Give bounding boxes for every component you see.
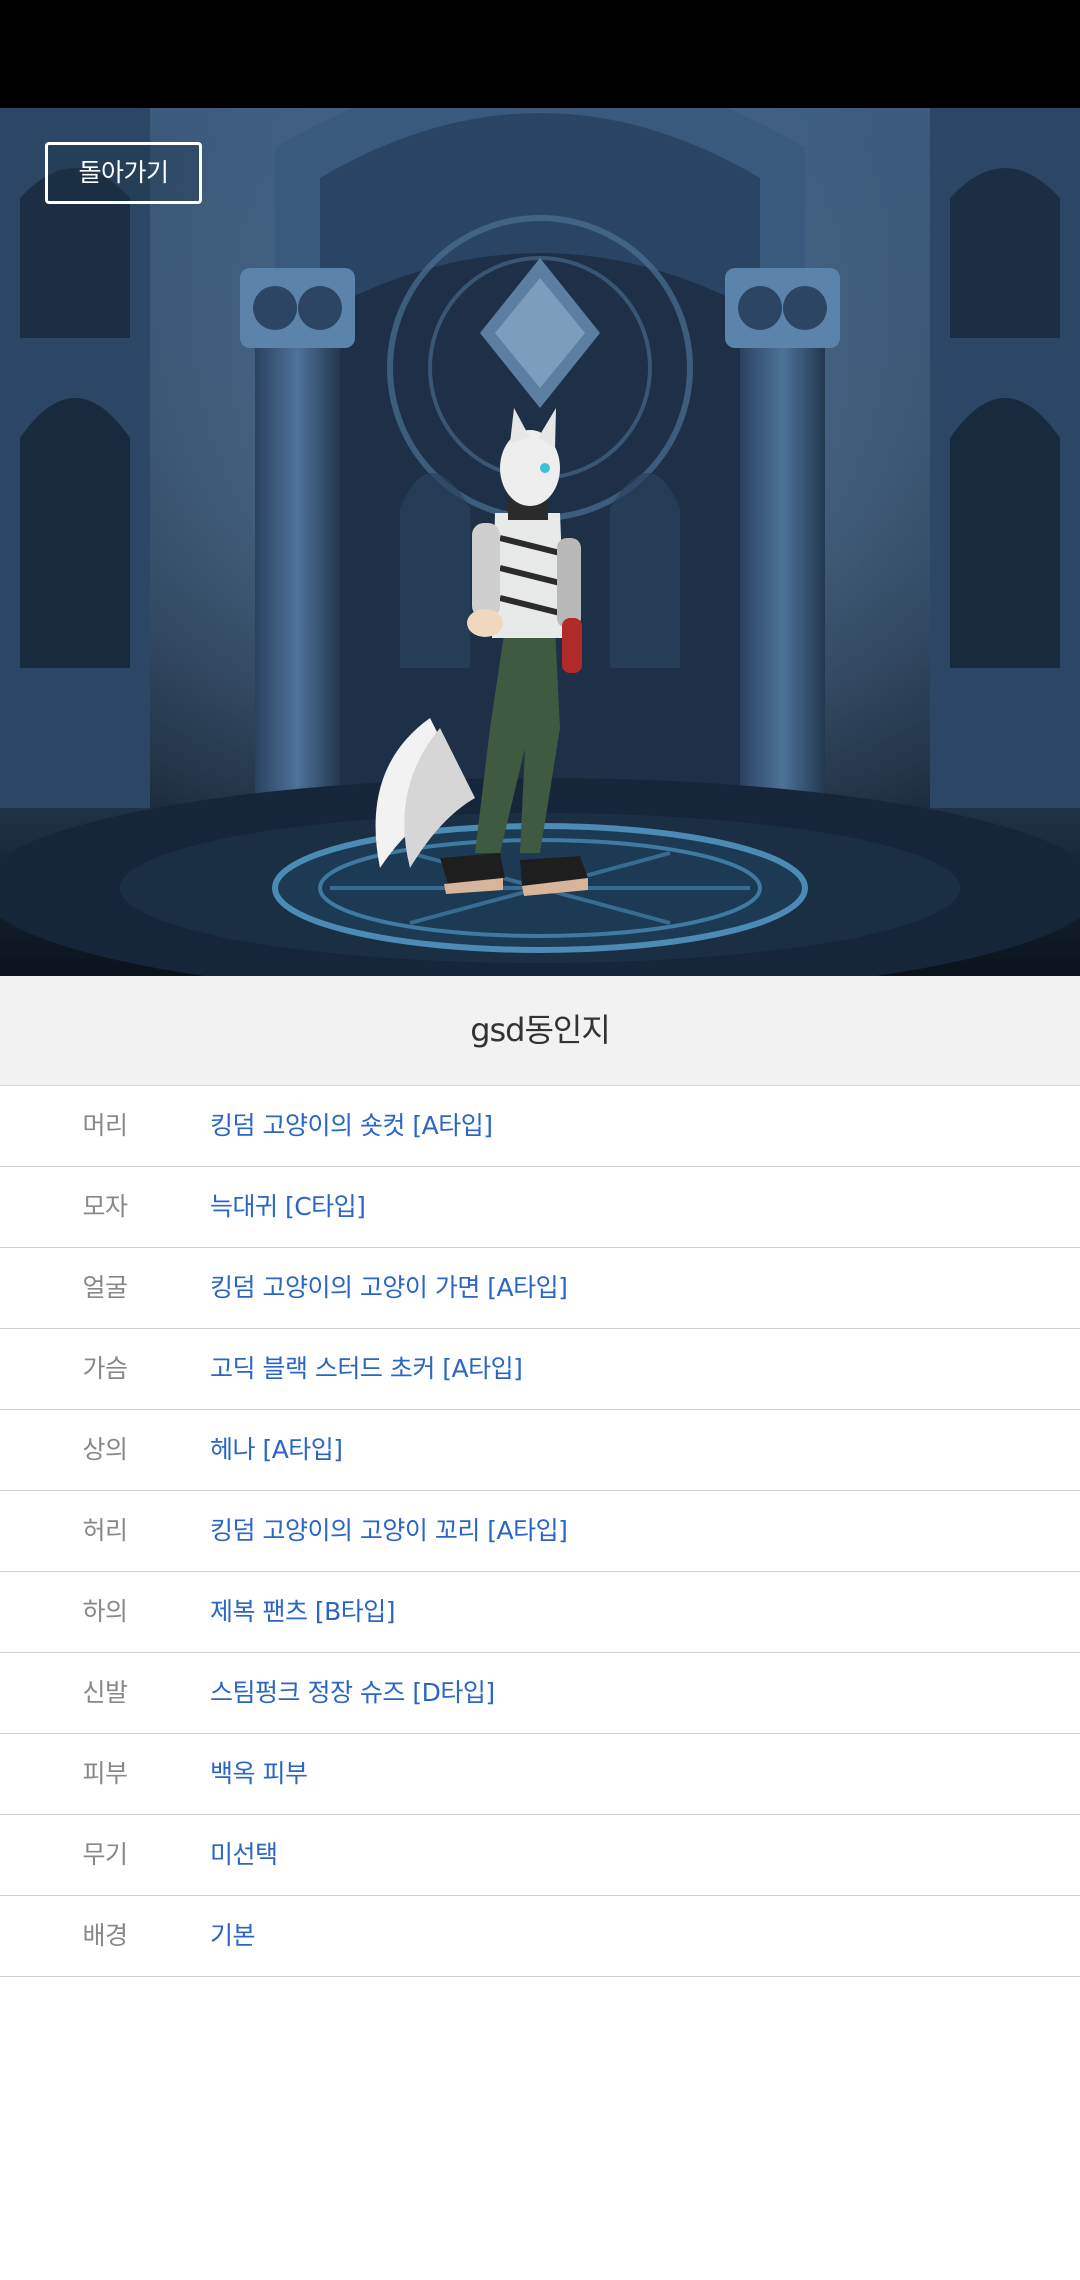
equipment-item-link[interactable]: 기본 bbox=[210, 1896, 256, 1976]
equipment-row: 신발 스팀펑크 정장 슈즈 [D타입] bbox=[0, 1653, 1080, 1734]
equipment-item-link[interactable]: 미선택 bbox=[210, 1815, 278, 1895]
equipment-slot-label: 피부 bbox=[82, 1759, 128, 1788]
equipment-slot-label: 무기 bbox=[82, 1840, 128, 1869]
equipment-list: 머리 킹덤 고양이의 숏컷 [A타입] 모자 늑대귀 [C타입] 얼굴 킹덤 고양이의 고… bbox=[0, 1086, 1080, 1977]
character-name-title: gsd동인지 bbox=[0, 976, 1080, 1086]
equipment-slot-label: 하의 bbox=[82, 1597, 128, 1626]
equipment-slot-label: 상의 bbox=[82, 1435, 128, 1464]
back-button[interactable]: 돌아가기 bbox=[45, 142, 202, 204]
equipment-row: 무기 미선택 bbox=[0, 1815, 1080, 1896]
equipment-slot-label: 얼굴 bbox=[82, 1273, 128, 1302]
equipment-slot-label: 모자 bbox=[82, 1192, 128, 1221]
equipment-slot-label: 허리 bbox=[82, 1516, 128, 1545]
character-preview: 돌아가기 bbox=[0, 108, 1080, 976]
equipment-row: 가슴 고딕 블랙 스터드 초커 [A타입] bbox=[0, 1329, 1080, 1410]
equipment-item-link[interactable]: 헤나 [A타입] bbox=[210, 1410, 343, 1490]
equipment-row: 허리 킹덤 고양이의 고양이 꼬리 [A타입] bbox=[0, 1491, 1080, 1572]
equipment-item-link[interactable]: 킹덤 고양이의 고양이 꼬리 [A타입] bbox=[210, 1491, 568, 1571]
equipment-slot-label: 가슴 bbox=[82, 1354, 128, 1383]
equipment-item-link[interactable]: 늑대귀 [C타입] bbox=[210, 1167, 366, 1247]
equipment-item-link[interactable]: 킹덤 고양이의 고양이 가면 [A타입] bbox=[210, 1248, 568, 1328]
equipment-row: 상의 헤나 [A타입] bbox=[0, 1410, 1080, 1491]
equipment-slot-label: 머리 bbox=[82, 1111, 128, 1140]
equipment-item-link[interactable]: 제복 팬츠 [B타입] bbox=[210, 1572, 396, 1652]
equipment-row: 모자 늑대귀 [C타입] bbox=[0, 1167, 1080, 1248]
status-bar bbox=[0, 0, 1080, 108]
equipment-item-link[interactable]: 고딕 블랙 스터드 초커 [A타입] bbox=[210, 1329, 523, 1409]
equipment-slot-label: 신발 bbox=[82, 1678, 128, 1707]
equipment-item-link[interactable]: 백옥 피부 bbox=[210, 1734, 308, 1814]
equipment-row: 피부 백옥 피부 bbox=[0, 1734, 1080, 1815]
equipment-row: 하의 제복 팬츠 [B타입] bbox=[0, 1572, 1080, 1653]
equipment-row: 배경 기본 bbox=[0, 1896, 1080, 1977]
equipment-slot-label: 배경 bbox=[82, 1921, 128, 1950]
equipment-item-link[interactable]: 킹덤 고양이의 숏컷 [A타입] bbox=[210, 1086, 493, 1166]
equipment-row: 머리 킹덤 고양이의 숏컷 [A타입] bbox=[0, 1086, 1080, 1167]
temple-background-image bbox=[0, 108, 1080, 976]
equipment-row: 얼굴 킹덤 고양이의 고양이 가면 [A타입] bbox=[0, 1248, 1080, 1329]
equipment-item-link[interactable]: 스팀펑크 정장 슈즈 [D타입] bbox=[210, 1653, 495, 1733]
